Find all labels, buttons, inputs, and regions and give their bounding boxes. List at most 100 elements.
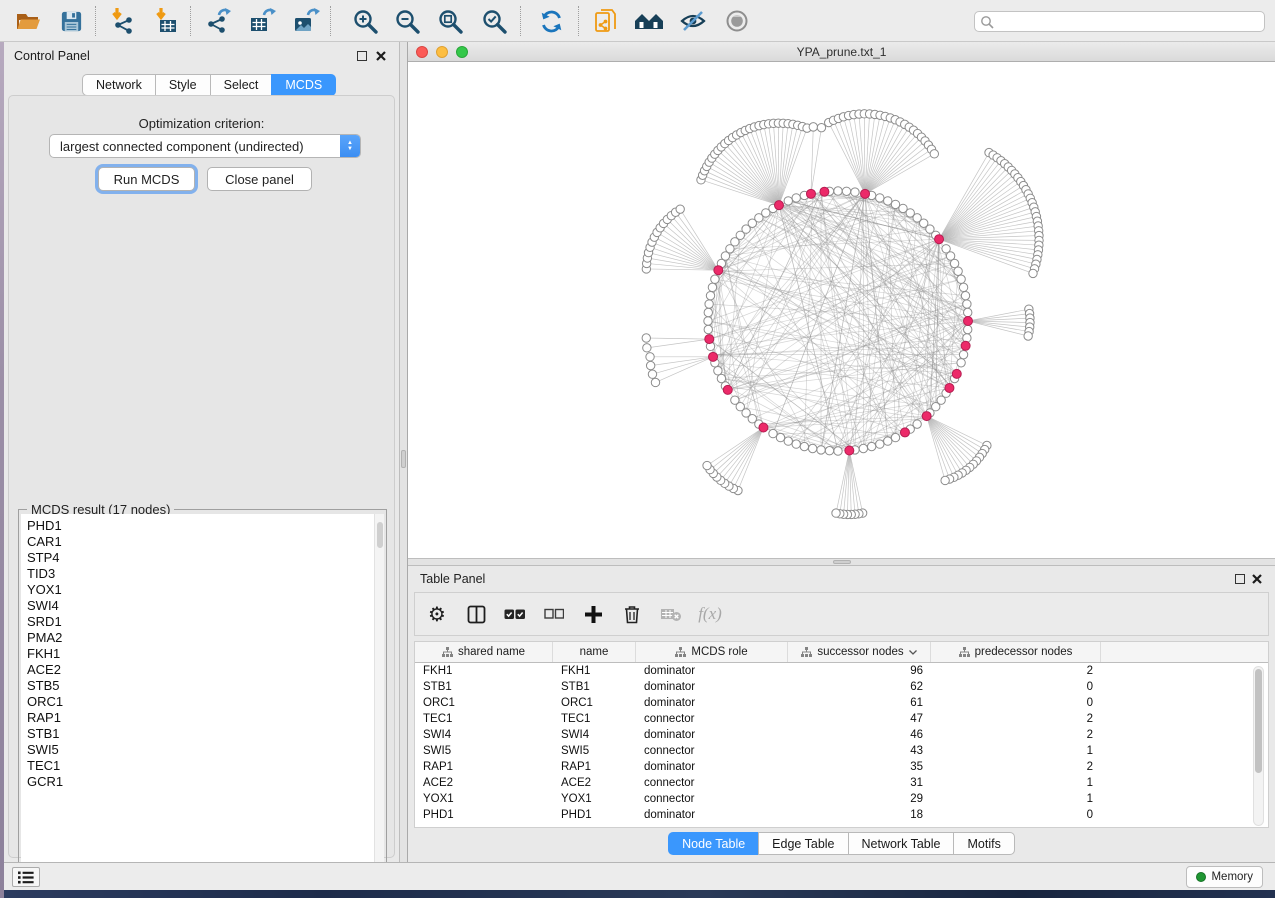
table-cell: dominator [636, 663, 788, 679]
mcds-result-group: MCDS result (17 nodes) PHD1CAR1STP4TID3Y… [18, 509, 387, 881]
tab-edge-table[interactable]: Edge Table [758, 832, 847, 855]
tab-network[interactable]: Network [82, 74, 155, 96]
splitter-grip[interactable] [401, 450, 406, 468]
table-cell: 47 [788, 711, 931, 727]
delete-column-icon [623, 604, 641, 624]
tab-style[interactable]: Style [155, 74, 210, 96]
show-panels-list-button[interactable] [12, 867, 40, 887]
table-row[interactable]: RAP1RAP1dominator352 [415, 759, 1268, 775]
show-column-button[interactable] [459, 599, 493, 629]
table-row[interactable]: STB1STB1dominator620 [415, 679, 1268, 695]
table-row[interactable]: TEC1TEC1connector472 [415, 711, 1268, 727]
table-row[interactable]: SWI4SWI4dominator462 [415, 727, 1268, 743]
search-input[interactable] [994, 14, 1264, 30]
zoom-in-button[interactable] [347, 4, 383, 38]
table-cell: 0 [931, 679, 1101, 695]
table-row[interactable]: ACE2ACE2connector311 [415, 775, 1268, 791]
table-row[interactable]: ORC1ORC1dominator610 [415, 695, 1268, 711]
column-header-predecessor-nodes[interactable]: predecessor nodes [931, 642, 1101, 662]
session-home-button[interactable] [631, 4, 667, 38]
vertical-splitter[interactable] [399, 42, 408, 862]
function-builder-button[interactable]: f(x) [693, 599, 727, 629]
hide-graphics-details-button[interactable] [675, 4, 711, 38]
zoom-selected-button[interactable] [476, 4, 512, 38]
mcds-result-item[interactable]: PHD1 [27, 518, 376, 534]
memory-button[interactable]: Memory [1186, 866, 1263, 888]
table-cell: dominator [636, 727, 788, 743]
table-cell: connector [636, 743, 788, 759]
mcds-result-item[interactable]: STB5 [27, 678, 376, 694]
tab-mcds[interactable]: MCDS [271, 74, 336, 96]
result-scrollbar-thumb[interactable] [377, 522, 383, 548]
table-panel: Table Panel ⚙ f(x) shared name [408, 566, 1275, 862]
float-panel-icon[interactable] [1235, 574, 1245, 584]
mcds-result-item[interactable]: TEC1 [27, 758, 376, 774]
criterion-select[interactable]: largest connected component (undirected)… [49, 134, 361, 158]
close-panel-button[interactable]: Close panel [207, 167, 312, 191]
table-cell: connector [636, 791, 788, 807]
result-scrollbar[interactable] [374, 514, 384, 878]
export-image-button[interactable] [288, 4, 324, 38]
table-scrollbar[interactable] [1253, 666, 1264, 826]
export-table-button[interactable] [244, 4, 280, 38]
list-icon [18, 871, 34, 884]
tab-select[interactable]: Select [210, 74, 272, 96]
mcds-result-item[interactable]: ACE2 [27, 662, 376, 678]
table-options-button[interactable]: ⚙ [420, 599, 454, 629]
mcds-result-item[interactable]: STP4 [27, 550, 376, 566]
close-panel-icon[interactable] [375, 50, 387, 62]
save-session-button[interactable] [53, 4, 89, 38]
table-cell: ACE2 [415, 775, 553, 791]
table-cell [1101, 711, 1268, 727]
mcds-result-item[interactable]: SWI5 [27, 742, 376, 758]
mcds-result-item[interactable]: STB1 [27, 726, 376, 742]
splitter-grip[interactable] [833, 560, 851, 564]
network-canvas[interactable] [408, 62, 1275, 558]
table-row[interactable]: YOX1YOX1connector291 [415, 791, 1268, 807]
table-row[interactable]: SWI5SWI5connector431 [415, 743, 1268, 759]
table-cell: RAP1 [415, 759, 553, 775]
close-panel-icon[interactable] [1251, 573, 1263, 585]
add-column-button[interactable] [576, 599, 610, 629]
delete-table-button[interactable] [654, 599, 688, 629]
delete-column-button[interactable] [615, 599, 649, 629]
mcds-result-item[interactable]: GCR1 [27, 774, 376, 790]
column-header-name[interactable]: name [553, 642, 636, 662]
share-document-button[interactable] [588, 4, 624, 38]
table-cell: dominator [636, 679, 788, 695]
select-all-button[interactable] [498, 599, 532, 629]
mcds-result-item[interactable]: YOX1 [27, 582, 376, 598]
column-header-mcds-role[interactable]: MCDS role [636, 642, 788, 662]
table-scrollbar-thumb[interactable] [1255, 669, 1262, 773]
mcds-result-item[interactable]: SRD1 [27, 614, 376, 630]
mcds-result-item[interactable]: ORC1 [27, 694, 376, 710]
show-graphics-details-button[interactable] [719, 4, 755, 38]
mcds-result-item[interactable]: TID3 [27, 566, 376, 582]
zoom-fit-button[interactable] [432, 4, 468, 38]
table-row[interactable]: FKH1FKH1dominator962 [415, 663, 1268, 679]
float-panel-icon[interactable] [357, 51, 367, 61]
mcds-result-item[interactable]: SWI4 [27, 598, 376, 614]
zoom-out-button[interactable] [389, 4, 425, 38]
run-mcds-button[interactable]: Run MCDS [98, 167, 195, 191]
import-network-button[interactable] [104, 4, 140, 38]
export-network-button[interactable] [201, 4, 237, 38]
tab-node-table[interactable]: Node Table [668, 832, 758, 855]
column-header-shared-name[interactable]: shared name [415, 642, 553, 662]
table-header-row: shared name name MCDS role successor nod… [415, 642, 1268, 663]
deselect-all-button[interactable] [537, 599, 571, 629]
table-row[interactable]: PHD1PHD1dominator180 [415, 807, 1268, 823]
mcds-result-item[interactable]: FKH1 [27, 646, 376, 662]
mcds-result-item[interactable]: PMA2 [27, 630, 376, 646]
mcds-result-item[interactable]: CAR1 [27, 534, 376, 550]
refresh-layout-button[interactable] [533, 4, 569, 38]
tab-network-table[interactable]: Network Table [848, 832, 954, 855]
table-cell: 29 [788, 791, 931, 807]
mcds-result-item[interactable]: RAP1 [27, 710, 376, 726]
open-session-button[interactable] [10, 4, 46, 38]
tab-motifs[interactable]: Motifs [953, 832, 1014, 855]
horizontal-splitter[interactable] [408, 558, 1275, 566]
criterion-value: largest connected component (undirected) [50, 139, 340, 154]
import-table-button[interactable] [148, 4, 184, 38]
column-header-successor-nodes[interactable]: successor nodes [788, 642, 931, 662]
